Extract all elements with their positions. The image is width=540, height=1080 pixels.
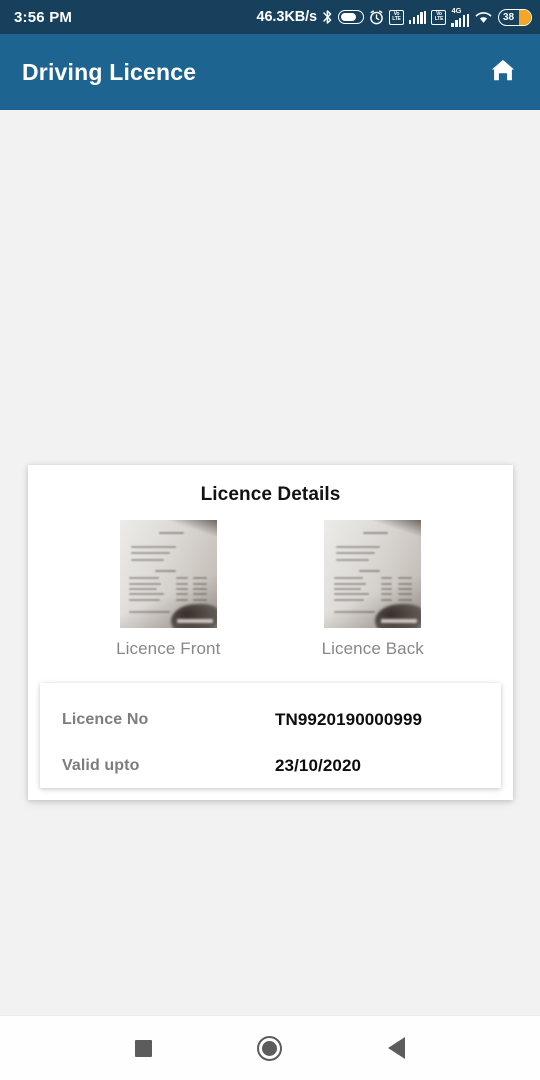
network-speed-label: 46.3KB/s	[256, 9, 318, 25]
card-title: Licence Details	[200, 484, 341, 505]
back-button[interactable]	[374, 1025, 420, 1071]
bluetooth-icon	[322, 9, 333, 25]
volte-bottom-label: LTE	[392, 16, 401, 22]
volte-bottom-label-2: LTE	[434, 16, 444, 22]
circle-icon	[257, 1035, 283, 1061]
licence-details-card: Licence Details Licence Front Licence Ba…	[28, 465, 513, 800]
valid-upto-label: Valid upto	[62, 757, 140, 774]
battery-icon: 38	[498, 8, 532, 26]
status-bar: 3:56 PM 46.3KB/s Vo LTE Vo LTE 4G 38	[0, 0, 540, 34]
signal-bars-icon-secondary	[451, 13, 469, 27]
battery-saver-icon	[337, 10, 364, 24]
licence-no-value: TN9920190000999	[275, 710, 423, 729]
licence-back-label: Licence Back	[321, 639, 424, 658]
status-bar-icons: 46.3KB/s Vo LTE Vo LTE 4G 38	[256, 7, 532, 27]
licence-details-panel: Licence No TN9920190000999 Valid upto 23…	[40, 683, 501, 788]
status-bar-time: 3:56 PM	[14, 8, 73, 26]
licence-front-label: Licence Front	[116, 639, 221, 658]
battery-level-label: 38	[503, 11, 515, 23]
volte-icon-secondary: Vo LTE	[431, 9, 447, 25]
signal-bars-icon	[408, 10, 427, 24]
android-nav-bar	[0, 1015, 540, 1080]
licence-front-image[interactable]	[119, 520, 217, 628]
licence-front-group: Licence Front	[93, 520, 243, 659]
alarm-icon	[369, 9, 384, 25]
app-bar: Driving Licence	[0, 34, 540, 110]
licence-back-group: Licence Back	[298, 520, 448, 659]
page-title: Driving Licence	[22, 58, 197, 85]
4g-icon: 4G	[451, 7, 469, 27]
triangle-back-icon	[388, 1037, 406, 1059]
licence-no-label: Licence No	[62, 711, 149, 728]
detail-row-licence-no: Licence No TN9920190000999	[40, 697, 501, 743]
home-icon	[488, 56, 518, 89]
recents-button[interactable]	[120, 1025, 166, 1071]
page-content: Licence Details Licence Front Licence Ba…	[0, 110, 540, 1015]
valid-upto-value: 23/10/2020	[275, 756, 362, 775]
licence-thumbnails: Licence Front Licence Back	[28, 506, 513, 659]
home-button[interactable]	[484, 53, 522, 91]
licence-back-image[interactable]	[324, 520, 422, 628]
home-button-nav[interactable]	[247, 1025, 293, 1071]
detail-row-valid-upto: Valid upto 23/10/2020	[40, 743, 501, 789]
volte-icon: Vo LTE	[388, 9, 404, 25]
wifi-icon	[474, 10, 493, 25]
square-icon	[134, 1039, 152, 1057]
